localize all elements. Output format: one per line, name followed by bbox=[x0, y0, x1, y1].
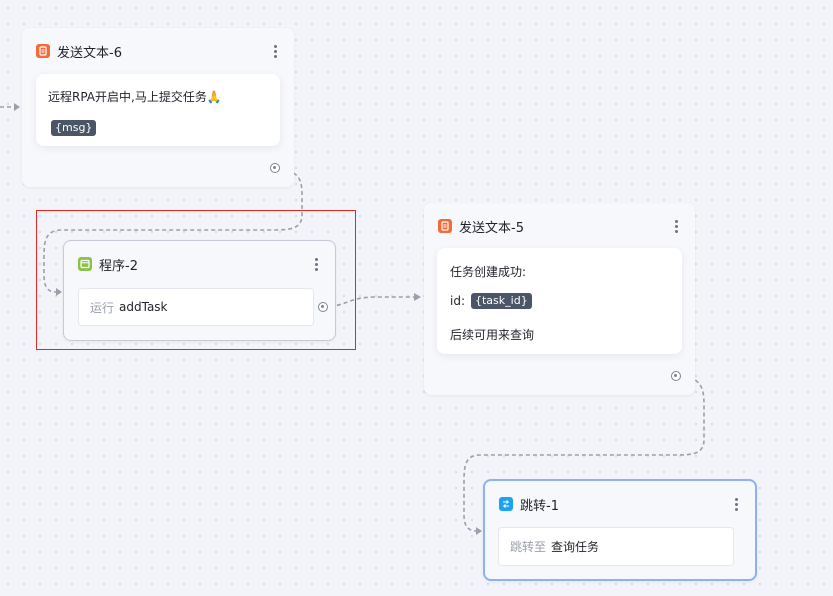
more-options-icon[interactable] bbox=[268, 42, 282, 60]
arrowhead-jump-1 bbox=[476, 527, 482, 535]
node-jump-1[interactable]: 跳转-1 跳转至 查询任务 bbox=[483, 479, 757, 581]
jump-target-field[interactable]: 跳转至 查询任务 bbox=[498, 527, 734, 566]
output-port[interactable] bbox=[270, 163, 280, 173]
program-window-icon bbox=[78, 257, 92, 271]
jump-arrow-icon bbox=[499, 497, 513, 511]
wire-program-2-to-send-text-5 bbox=[329, 296, 414, 307]
arrowhead-program-2 bbox=[56, 288, 62, 296]
action-target: 查询任务 bbox=[551, 540, 600, 554]
node-send-text-5[interactable]: 发送文本-5 任务创建成功: id: {task_id} 后续可用来查询 bbox=[424, 203, 695, 395]
variable-tag-msg: {msg} bbox=[51, 120, 97, 136]
output-port[interactable] bbox=[318, 302, 328, 312]
node-header: 跳转-1 bbox=[499, 495, 559, 514]
arrowhead-send-text-5 bbox=[414, 293, 421, 301]
output-port[interactable] bbox=[671, 371, 681, 381]
node-title: 程序-2 bbox=[99, 258, 138, 274]
message-doc-icon bbox=[36, 44, 50, 58]
variable-tag-task-id: {task_id} bbox=[471, 293, 532, 309]
more-options-icon[interactable] bbox=[669, 217, 683, 235]
id-label: id: bbox=[450, 294, 465, 308]
message-line-1: 任务创建成功: bbox=[450, 265, 527, 279]
arrowhead-incoming-send-text-6 bbox=[14, 103, 20, 111]
message-line-id: id: {task_id} bbox=[450, 293, 532, 309]
node-header: 发送文本-5 bbox=[438, 217, 524, 236]
message-bubble[interactable]: 远程RPA开启中,马上提交任务🙏 {msg} bbox=[36, 74, 280, 146]
more-options-icon[interactable] bbox=[309, 255, 323, 273]
node-program-2[interactable]: 程序-2 运行 addTask bbox=[63, 240, 336, 341]
message-doc-icon bbox=[438, 219, 452, 233]
run-action-field[interactable]: 运行 addTask bbox=[78, 288, 314, 326]
node-header: 程序-2 bbox=[78, 255, 138, 274]
node-title: 发送文本-5 bbox=[459, 220, 524, 236]
message-text: 远程RPA开启中,马上提交任务🙏 bbox=[48, 90, 222, 104]
node-send-text-6[interactable]: 发送文本-6 远程RPA开启中,马上提交任务🙏 {msg} bbox=[22, 28, 294, 187]
flow-canvas[interactable]: 发送文本-6 远程RPA开启中,马上提交任务🙏 {msg} 程序-2 运行 ad… bbox=[0, 0, 833, 596]
message-bubble[interactable]: 任务创建成功: id: {task_id} 后续可用来查询 bbox=[437, 248, 682, 354]
node-title: 跳转-1 bbox=[520, 498, 559, 514]
node-header: 发送文本-6 bbox=[36, 42, 122, 61]
action-verb: 跳转至 bbox=[510, 540, 547, 554]
action-verb: 运行 bbox=[90, 300, 115, 315]
node-title: 发送文本-6 bbox=[57, 45, 122, 61]
message-line-3: 后续可用来查询 bbox=[450, 328, 535, 342]
action-target: addTask bbox=[119, 300, 168, 314]
more-options-icon[interactable] bbox=[729, 495, 743, 513]
